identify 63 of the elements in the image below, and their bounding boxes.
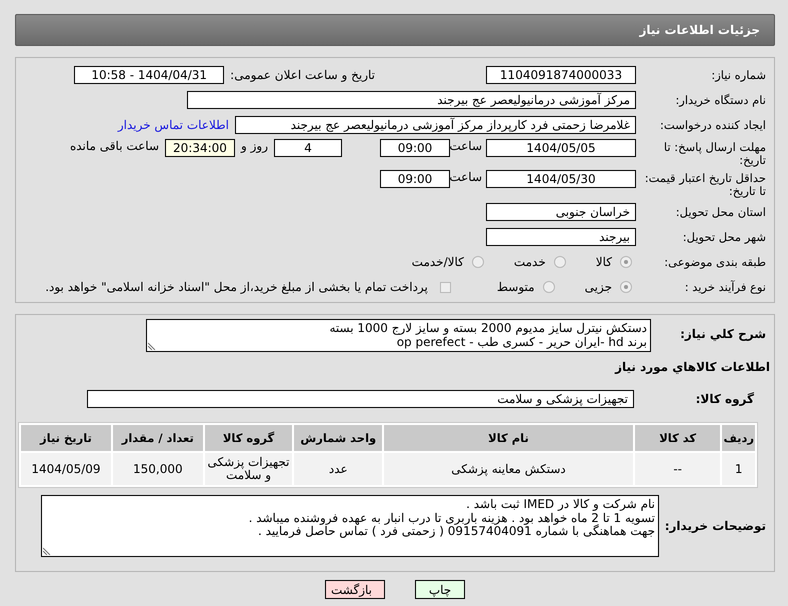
radio-label: خدمت (514, 255, 546, 269)
table-cell: 1 (722, 453, 755, 485)
field-label: شماره نیاز: (710, 68, 767, 82)
field-label: مهلت ارسال پاسخ: تا تاریخ: (662, 141, 767, 167)
field-label: حداقل تاریخ اعتبار قیمت: تا تاریخ: (644, 172, 767, 198)
print-button[interactable]: چاپ (415, 580, 465, 599)
field-label: استان محل تحویل: (674, 205, 767, 219)
field-label: شهر محل تحویل: (682, 230, 767, 244)
column-header: تاریخ نیاز (21, 425, 111, 451)
column-header: کد کالا (634, 425, 720, 451)
radio-label: کالا (596, 255, 612, 269)
text-label: پرداخت تمام یا بخشی از مبلغ خرید،از محل "اسناد خزانه اسلامی" خواهد بود. (45, 280, 428, 294)
input-field[interactable]: 09:00 (380, 170, 450, 188)
buyer-notes-box[interactable]: نام شرکت و کالا در IMED ثبت باشد . تسویه 1 تا 2 ماه خواهد بود . هزینه باربری تا درب انبار به عهده فروشنده میباشد . جهت هماهنگی با شماره 09157404091 ( زحمتی فرد ) تماس حاصل فرمایید . (41, 495, 659, 557)
field-label: شرح کلي نیاز: (679, 326, 767, 341)
resize-grip-icon[interactable] (148, 342, 156, 350)
column-header: گروه کالا (204, 425, 292, 451)
column-header: نام کالا (384, 425, 633, 451)
field-label: توضیحات خریدار: (664, 518, 767, 533)
radio-button[interactable] (542, 281, 555, 293)
field-label: گروه کالا: (694, 392, 755, 406)
radio-label: متوسط (496, 280, 535, 294)
column-header: تعداد / مقدار (112, 425, 203, 451)
input-field[interactable]: 4 (274, 139, 342, 157)
input-field[interactable]: 20:34:00 (165, 139, 235, 157)
radio-button[interactable] (620, 281, 632, 293)
table-cell: عدد (294, 453, 382, 485)
input-field[interactable]: بیرجند (486, 228, 636, 246)
input-field[interactable]: 1404/05/05 (486, 139, 636, 157)
table-cell: -- (634, 453, 720, 485)
radio-label: کالا/خدمت (412, 255, 464, 269)
back-button[interactable]: بازگشت (325, 580, 385, 599)
table-cell: تجهیزات پزشکی و سلامت (204, 453, 292, 485)
radio-label: جزیی (584, 280, 612, 294)
checkbox[interactable] (440, 282, 451, 292)
text-label: تاریخ و ساعت اعلان عمومی: (230, 68, 375, 82)
field-label: نوع فرآیند خرید : (684, 280, 767, 294)
input-field[interactable]: تجهیزات پزشکی و سلامت (87, 390, 634, 408)
text-label: روز و (241, 139, 268, 153)
radio-button[interactable] (620, 256, 632, 268)
column-header: واحد شمارش (294, 425, 382, 451)
field-label: ایجاد کننده درخواست: (659, 118, 767, 132)
field-label: نام دستگاه خریدار: (674, 93, 767, 107)
input-field[interactable]: 1104091874000033 (486, 66, 636, 84)
resize-grip-icon[interactable] (43, 547, 51, 555)
table-cell: 150,000 (112, 453, 203, 485)
input-field[interactable]: 1404/04/31 - 10:58 (74, 66, 224, 84)
input-field[interactable]: خراسان جنوبی (486, 203, 636, 221)
field-label: طبقه بندی موضوعی: (663, 255, 767, 269)
table-cell: 1404/05/09 (21, 453, 111, 485)
radio-button[interactable] (554, 256, 566, 268)
input-field[interactable]: 09:00 (380, 139, 450, 157)
input-field[interactable]: 1404/05/30 (486, 170, 636, 188)
page-title: جزئیات اطلاعات نیاز (639, 23, 760, 37)
input-field[interactable]: مرکز آموزشی درمانیولیعصر عج بیرجند (187, 91, 636, 109)
input-field[interactable]: غلامرضا زحمتی فرد کارپرداز مرکز آموزشی درمانیولیعصر عج بیرجند (235, 116, 636, 134)
section-title: اطلاعات کالاهاي مورد نیاز (615, 360, 771, 374)
text-label: ساعت باقی مانده (70, 139, 159, 153)
radio-button[interactable] (472, 256, 484, 268)
table-cell: دستکش معاینه پزشکی (384, 453, 633, 485)
column-header: ردیف (722, 425, 755, 451)
contact-link[interactable]: اطلاعات تماس خریدار (118, 118, 229, 132)
description-box[interactable]: دستکش نیترل سایز مدیوم 2000 بسته و سایز لارج 1000 بسته برند hd -ایران حریر - کسری طب - op perefect (146, 319, 651, 352)
